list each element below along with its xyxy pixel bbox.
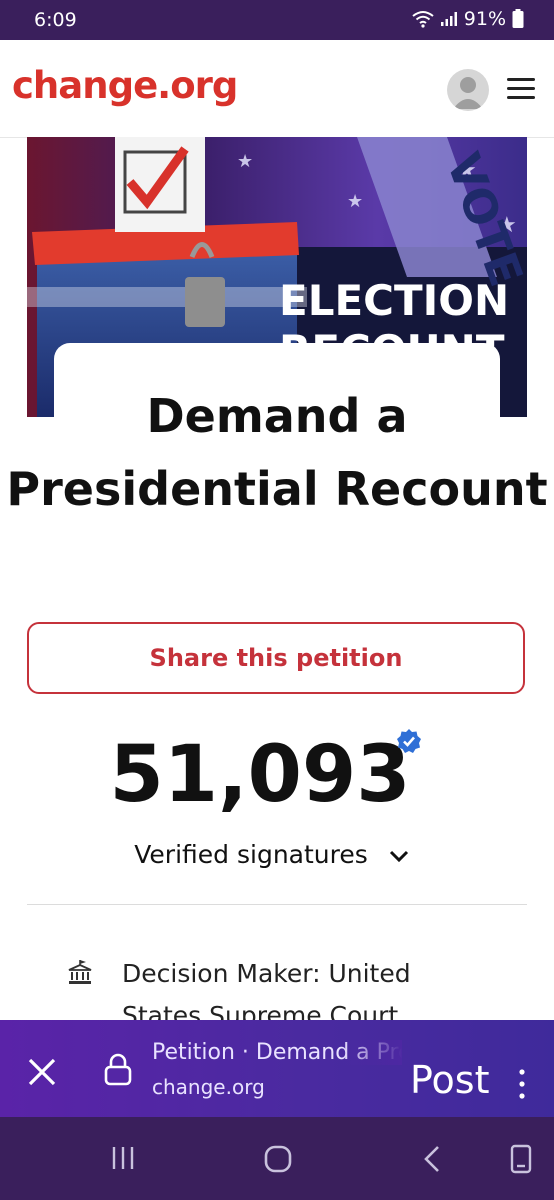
- browser-page-title[interactable]: Petition · Demand a Presidential Recount: [152, 1040, 402, 1065]
- home-icon[interactable]: [263, 1144, 293, 1174]
- status-bar: 6:09 91%: [0, 0, 554, 40]
- browser-bar: Petition · Demand a Presidential Recount…: [0, 1020, 554, 1117]
- hamburger-menu-icon[interactable]: [505, 76, 537, 102]
- avatar[interactable]: [447, 69, 489, 111]
- lock-icon[interactable]: [103, 1052, 133, 1086]
- verified-badge-icon: [397, 729, 421, 753]
- user-icon: [453, 77, 483, 109]
- divider: [27, 904, 527, 905]
- status-icons: 91%: [412, 8, 524, 30]
- signal-icon: [440, 12, 457, 26]
- chevron-down-icon: [389, 850, 408, 863]
- battery-icon: [512, 9, 524, 28]
- back-icon[interactable]: [420, 1144, 444, 1174]
- svg-text:★: ★: [237, 151, 253, 172]
- election-text: ELECTION: [279, 276, 509, 325]
- close-icon[interactable]: [22, 1052, 62, 1092]
- svg-text:★: ★: [347, 191, 363, 212]
- signature-count: 51,093: [109, 730, 411, 820]
- change-org-logo[interactable]: change.org: [12, 64, 238, 107]
- page-title: Demand a Presidential Recount: [6, 389, 548, 516]
- battery-percent: 91%: [463, 8, 506, 30]
- site-header: change.org: [0, 40, 554, 138]
- verified-signatures-label: Verified signatures: [134, 840, 368, 869]
- post-button[interactable]: Post: [410, 1058, 490, 1102]
- verified-signatures-toggle[interactable]: Verified signatures: [0, 840, 544, 869]
- government-building-icon: [68, 960, 92, 984]
- status-time: 6:09: [34, 9, 77, 31]
- browser-url[interactable]: change.org: [152, 1075, 265, 1099]
- screenshot-icon[interactable]: [509, 1143, 533, 1175]
- share-button-label: Share this petition: [149, 644, 403, 672]
- recent-apps-icon[interactable]: [108, 1145, 138, 1171]
- more-options-icon[interactable]: [512, 1064, 532, 1104]
- wifi-icon: [412, 11, 434, 28]
- system-nav-bar: [0, 1117, 554, 1200]
- share-petition-button[interactable]: Share this petition: [27, 622, 525, 694]
